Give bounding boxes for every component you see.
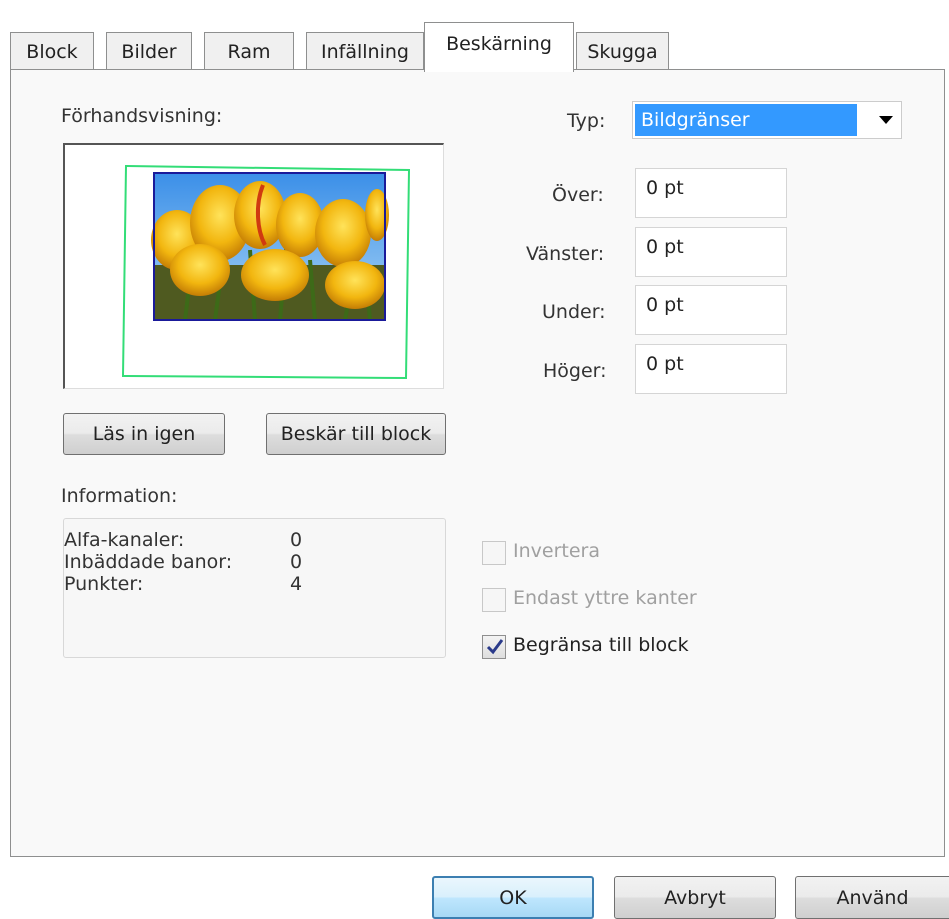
crop-panel: Förhandsvisning: Läs in igen Beskär till… (10, 69, 945, 857)
outer-edges-checkbox[interactable] (482, 588, 506, 612)
tab-beskarning[interactable]: Beskärning (424, 22, 574, 72)
type-label: Typ: (567, 110, 606, 132)
info-value-alpha: 0 (290, 529, 303, 551)
offset-right-label: Höger: (543, 360, 607, 382)
cancel-button[interactable]: Avbryt (614, 876, 776, 919)
type-select[interactable]: Bildgränser (632, 101, 902, 139)
preview-label: Förhandsvisning: (61, 105, 223, 127)
info-value-embedded-paths: 0 (290, 551, 303, 573)
invert-checkbox[interactable] (482, 541, 506, 565)
apply-button[interactable]: Använd (795, 876, 949, 919)
crop-to-block-button[interactable]: Beskär till block (266, 413, 446, 455)
offset-left-field[interactable]: 0 pt (635, 227, 787, 277)
info-key-points: Punkter: (64, 573, 144, 595)
offset-top-field[interactable]: 0 pt (635, 168, 787, 218)
outer-edges-label: Endast yttre kanter (513, 587, 697, 609)
preview-image (121, 164, 411, 380)
restrict-to-block-checkbox[interactable] (482, 635, 506, 659)
info-value-points: 4 (290, 573, 303, 595)
reload-button[interactable]: Läs in igen (63, 413, 225, 455)
information-box: Alfa-kanaler: 0 Inbäddade banor: 0 Punkt… (63, 518, 446, 658)
offset-bottom-label: Under: (542, 301, 606, 323)
info-key-embedded-paths: Inbäddade banor: (64, 551, 233, 573)
type-select-value: Bildgränser (635, 104, 857, 136)
tab-infallning[interactable]: Infällning (306, 32, 424, 70)
invert-label: Invertera (513, 540, 600, 562)
preview-box (63, 143, 444, 389)
tab-skugga[interactable]: Skugga (576, 32, 669, 70)
chevron-down-icon[interactable] (879, 116, 893, 124)
info-key-alpha: Alfa-kanaler: (64, 529, 185, 551)
offset-bottom-field[interactable]: 0 pt (635, 285, 787, 335)
checkmark-icon (486, 639, 504, 655)
tab-bilder[interactable]: Bilder (106, 32, 192, 70)
tab-ram[interactable]: Ram (204, 32, 294, 70)
offset-right-field[interactable]: 0 pt (635, 344, 787, 394)
restrict-to-block-label: Begränsa till block (513, 634, 689, 656)
tab-block[interactable]: Block (10, 32, 94, 70)
offset-top-label: Över: (552, 184, 604, 206)
offset-left-label: Vänster: (526, 243, 605, 265)
ok-button[interactable]: OK (432, 876, 594, 919)
information-label: Information: (61, 485, 178, 507)
